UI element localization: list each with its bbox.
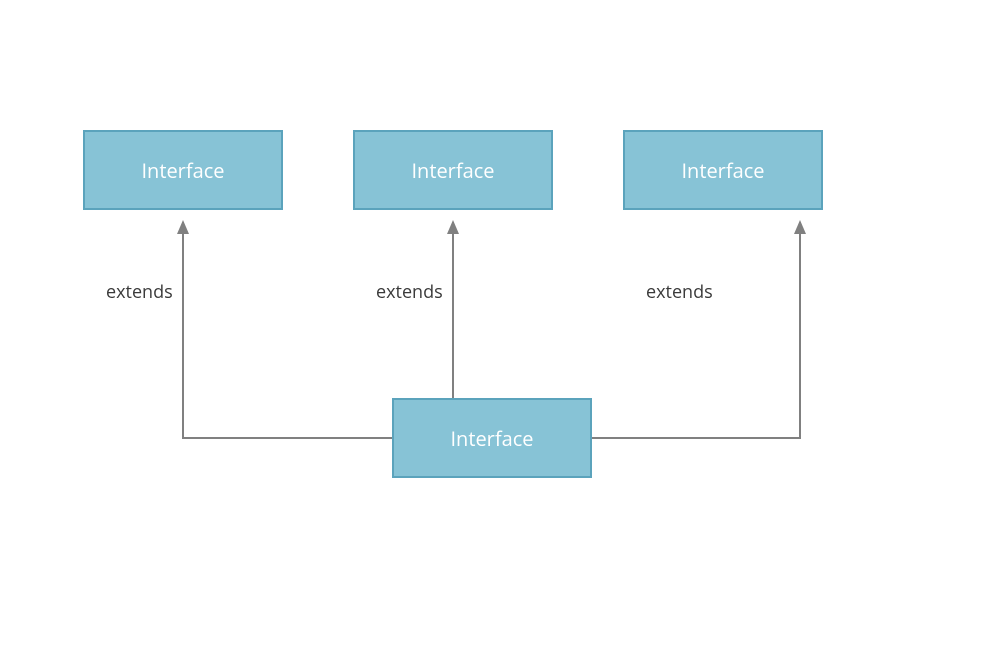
connector-lines <box>0 0 1000 650</box>
interface-label: Interface <box>450 425 533 452</box>
connector-left <box>183 222 392 438</box>
edge-label-right: extends <box>646 280 713 304</box>
interface-box-bottom: Interface <box>392 398 592 478</box>
connector-right <box>592 222 800 438</box>
interface-box-top-left: Interface <box>83 130 283 210</box>
interface-label: Interface <box>411 157 494 184</box>
interface-label: Interface <box>141 157 224 184</box>
edge-label-left: extends <box>106 280 173 304</box>
edge-label-center: extends <box>376 280 443 304</box>
interface-label: Interface <box>681 157 764 184</box>
interface-box-top-right: Interface <box>623 130 823 210</box>
interface-box-top-center: Interface <box>353 130 553 210</box>
